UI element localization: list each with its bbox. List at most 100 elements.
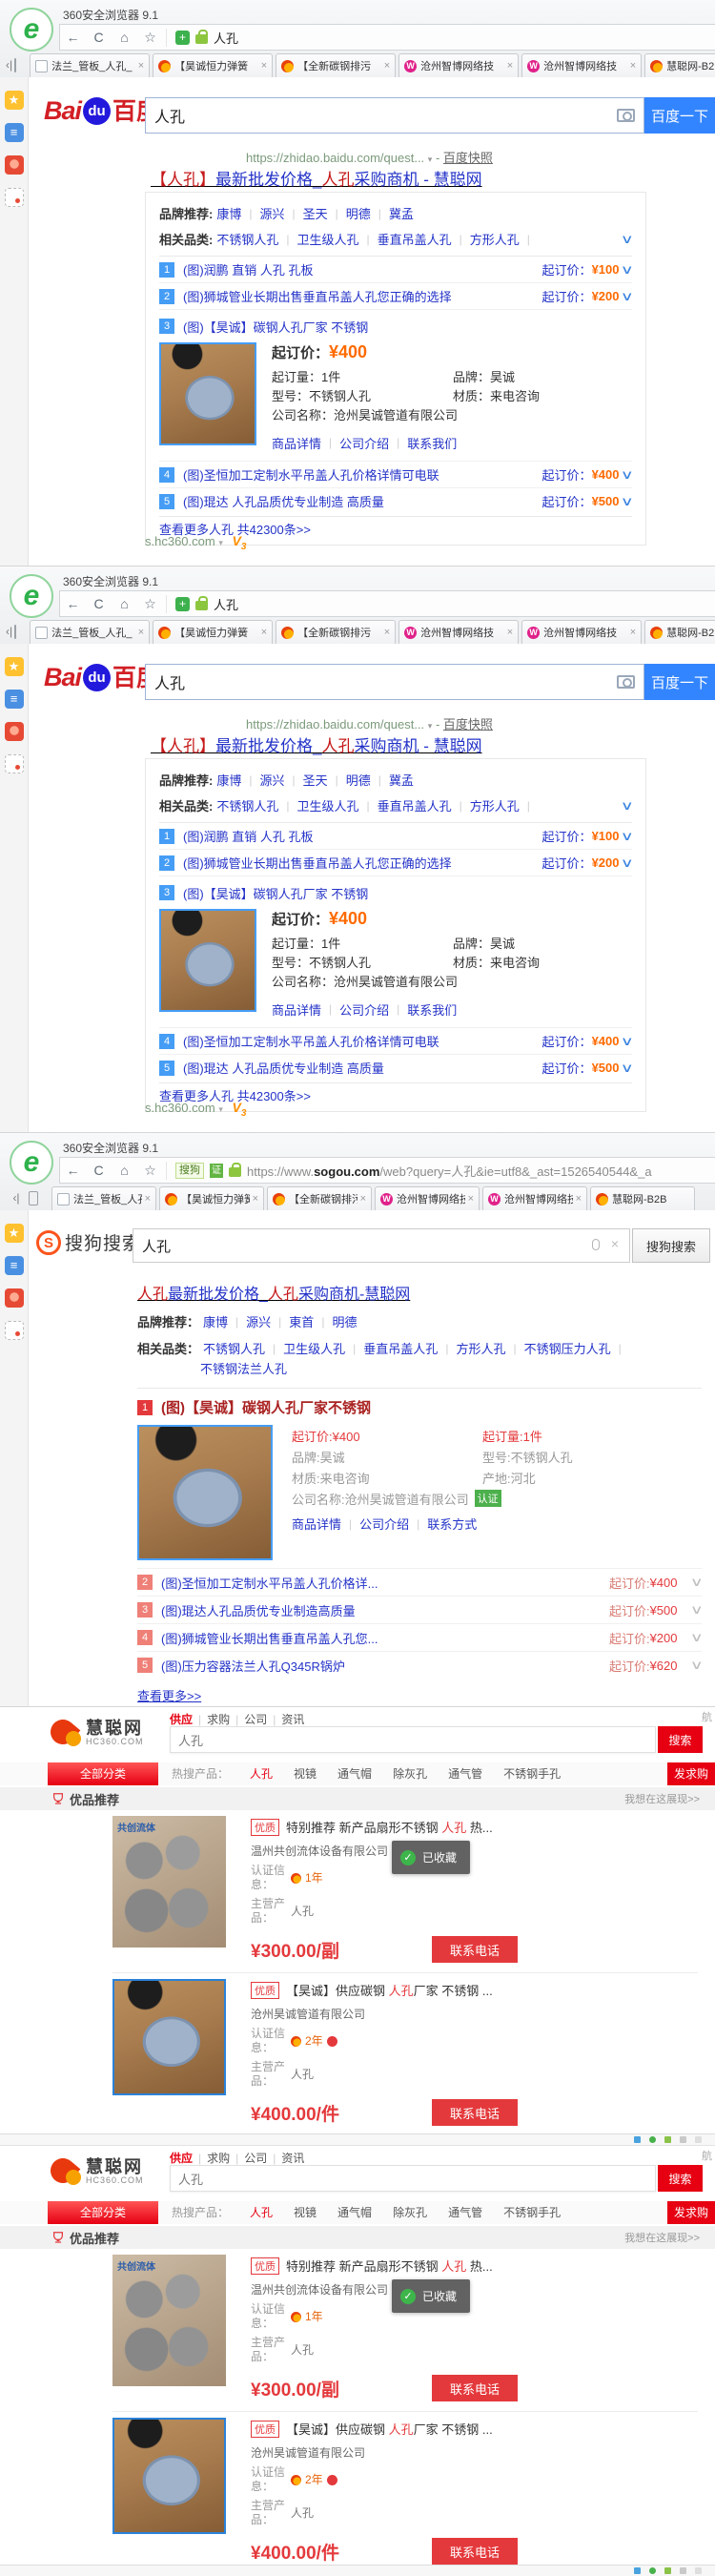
brand-link[interactable]: 冀孟 [389,204,414,222]
search-input[interactable] [133,1228,630,1263]
tab-zhibo-1[interactable]: W沧州智博网络技× [375,1186,480,1210]
back-icon[interactable]: ← [60,30,86,45]
status-icon[interactable] [664,2567,671,2574]
brand-link[interactable]: 明德 [346,771,371,789]
hot-link[interactable]: 除灰孔 [393,1762,427,1785]
hc360-search-input[interactable] [170,1726,656,1753]
baidu-search-button[interactable]: 百度一下 [644,664,715,700]
product-link[interactable]: (图)【昊诚】碳钢人孔厂家 不锈钢 [183,318,632,336]
expand-chevron-icon[interactable]: ∨ [621,855,634,871]
brand-link[interactable]: 圣天 [303,204,328,222]
close-icon[interactable]: × [576,1193,582,1205]
nav-news[interactable]: 资讯 [281,1711,304,1727]
tab-zhibo-2[interactable]: W沧州智博网络技× [521,53,642,77]
hot-link[interactable]: 通气管 [448,2201,482,2224]
tab-falan[interactable]: 法兰_管板_人孔_× [30,620,150,644]
brand-link[interactable]: 康博 [203,1312,228,1330]
product-link[interactable]: (图)狮城管业长期出售垂直吊盖人孔您正确的选择 [183,287,535,305]
refresh-icon[interactable]: C [86,596,112,611]
hot-link[interactable]: 人孔 [250,2201,273,2224]
result-title-link[interactable]: 【人孔】最新批发价格_人孔采购商机 - 慧聪网 [151,732,482,756]
expand-chevron-icon[interactable]: ∨ [621,232,634,247]
product-title-link[interactable]: 【昊诚】供应碳钢 人孔厂家 不锈钢 ... [286,2420,493,2438]
microphone-icon[interactable] [592,1239,600,1250]
tab-hc360[interactable]: 慧聪网-B2B [644,620,715,644]
tab-haocheng[interactable]: 【昊诚恒力弹簧× [153,620,273,644]
product-link[interactable]: (图)【昊诚】碳钢人孔厂家 不锈钢 [183,884,632,902]
company-intro-link[interactable]: 公司介绍 [339,434,389,452]
hot-link[interactable]: 不锈钢手孔 [503,1762,561,1785]
product-link[interactable]: (图)【昊诚】碳钢人孔厂家不锈钢 [161,1397,371,1417]
nav-buy[interactable]: 求购 [207,2150,230,2166]
close-icon[interactable]: × [138,627,144,638]
hot-link[interactable]: 视镜 [294,1762,317,1785]
screenshot-icon[interactable] [5,188,24,207]
hc360-logo[interactable]: 慧聪网HC360.COM [50,1717,144,1749]
product-link[interactable]: (图)狮城管业长期出售垂直吊盖人孔您... [161,1629,609,1647]
status-icon[interactable] [680,2567,686,2574]
brand-link[interactable]: 明德 [346,204,371,222]
chevron-down-icon[interactable]: ▾ [428,721,433,731]
close-icon[interactable]: × [468,1193,474,1205]
close-icon[interactable]: × [507,60,513,72]
hongbao-icon[interactable] [5,1288,24,1308]
contact-phone-button[interactable]: 联系电话 [432,2099,518,2126]
category-link[interactable]: 方形人孔 [470,796,520,814]
product-link[interactable]: (图)圣恒加工定制水平吊盖人孔价格详情可电联 [183,465,535,484]
sogou-logo[interactable]: S 搜狗搜索 [36,1229,141,1255]
phone-icon[interactable] [29,1191,38,1206]
product-detail-link[interactable]: 商品详情 [292,1515,341,1533]
product-image[interactable]: 共创流体 [112,1816,226,1947]
favorites-icon[interactable]: ★ [5,657,24,676]
view-more-link[interactable]: 查看更多>> [137,1686,201,1704]
sogou-search-button[interactable]: 搜狗搜索 [632,1228,710,1263]
home-icon[interactable]: ⌂ [112,1163,137,1178]
close-icon[interactable]: × [507,627,513,638]
hc360-search-button[interactable]: 搜索 [658,2165,703,2192]
nav-company[interactable]: 公司 [244,2150,267,2166]
expand-chevron-icon[interactable]: ∨ [690,1630,704,1645]
tab-falan[interactable]: 法兰_管板_人孔_× [51,1186,156,1210]
hot-link[interactable]: 除灰孔 [393,2201,427,2224]
back-icon[interactable]: ← [60,1163,86,1178]
tab-hc360[interactable]: 慧聪网-B2B [644,53,715,77]
close-icon[interactable]: × [145,1193,151,1205]
expand-chevron-icon[interactable]: ∨ [621,1061,634,1076]
close-icon[interactable]: × [261,627,267,638]
hot-link[interactable]: 不锈钢手孔 [503,2201,561,2224]
camera-icon[interactable] [617,109,635,122]
tab-tangang[interactable]: 【全新碳钢排污× [276,53,396,77]
search-input[interactable] [145,97,644,134]
contact-phone-button[interactable]: 联系电话 [432,1936,518,1963]
brand-link[interactable]: 康博 [216,204,241,222]
post-buy-button[interactable]: 发求购 [667,1762,715,1785]
category-link[interactable]: 不锈钢人孔 [216,796,278,814]
hc360-search-input[interactable] [170,2165,656,2192]
product-link[interactable]: (图)琨达人孔品质优专业制造高质量 [161,1601,609,1619]
category-link[interactable]: 不锈钢压力人孔 [524,1339,611,1357]
product-link[interactable]: (图)狮城管业长期出售垂直吊盖人孔您正确的选择 [183,854,535,872]
status-icon[interactable] [634,2136,641,2143]
close-icon[interactable]: × [630,60,636,72]
category-link[interactable]: 不锈钢法兰人孔 [200,1359,287,1377]
all-categories-button[interactable]: 全部分类 [48,2201,158,2224]
clear-icon[interactable]: × [611,1236,619,1251]
brand-link[interactable]: 圣天 [303,771,328,789]
result-title-link[interactable]: 【人孔】最新批发价格_人孔采购商机 - 慧聪网 [151,166,482,190]
tab-zhibo-2[interactable]: W沧州智博网络技× [482,1186,587,1210]
nav-supply[interactable]: 供应 [170,1711,193,1727]
close-icon[interactable]: × [630,627,636,638]
category-link[interactable]: 垂直吊盖人孔 [378,230,452,248]
brand-link[interactable]: 東首 [289,1312,314,1330]
phone-icon[interactable] [14,58,16,72]
brand-link[interactable]: 源兴 [246,1312,271,1330]
tab-collapse-icon[interactable]: ‹| [6,58,12,72]
tab-haocheng[interactable]: 【昊诚恒力弹簧× [153,53,273,77]
expand-chevron-icon[interactable]: ∨ [621,467,634,483]
product-image[interactable] [159,909,256,1012]
chevron-down-icon[interactable]: ▾ [428,155,433,164]
close-icon[interactable]: × [384,627,390,638]
show-here-link[interactable]: 我想在这展现>> [624,1791,700,1806]
tab-tangang[interactable]: 【全新碳钢排污× [276,620,396,644]
nav-supply[interactable]: 供应 [170,2150,193,2166]
